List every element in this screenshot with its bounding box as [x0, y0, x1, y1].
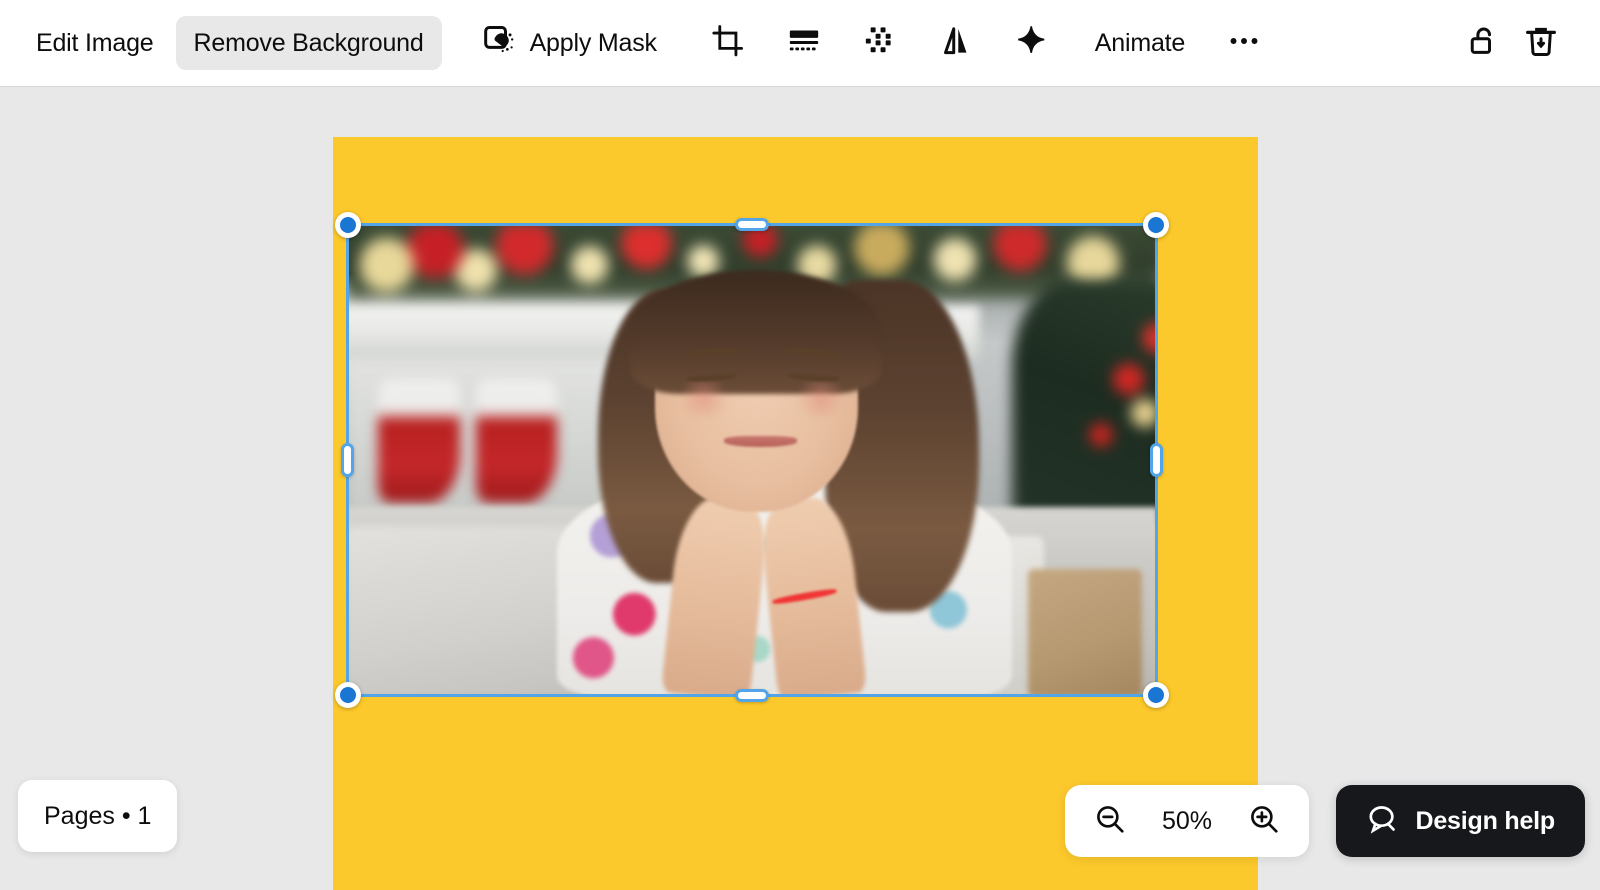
editor-root: Edit Image Remove Background Apply Mask [0, 0, 1600, 890]
flip-button[interactable] [927, 16, 985, 70]
trash-icon [1524, 24, 1558, 63]
photo-stocking-right [475, 379, 558, 503]
lock-button[interactable] [1454, 16, 1512, 70]
zoom-level-value: 50% [1161, 806, 1213, 835]
crop-icon [711, 24, 745, 63]
resize-handle-top-right[interactable] [1143, 212, 1169, 238]
pages-button[interactable]: Pages • 1 [18, 780, 178, 852]
zoom-control: 50% [1065, 785, 1309, 857]
zoom-in-button[interactable] [1241, 798, 1287, 844]
magic-button[interactable] [1003, 16, 1061, 70]
photo-cheek-right [792, 379, 850, 418]
effects-button[interactable] [851, 16, 909, 70]
remove-background-button[interactable]: Remove Background [175, 16, 442, 70]
resize-handle-right[interactable] [1150, 443, 1163, 477]
image-element[interactable] [346, 223, 1158, 697]
flip-icon [939, 24, 973, 63]
resize-handle-left[interactable] [341, 443, 354, 477]
photo-stocking-left [378, 379, 460, 503]
apply-mask-button[interactable]: Apply Mask [464, 16, 675, 70]
more-options-button[interactable] [1215, 16, 1273, 70]
resize-handle-bottom[interactable] [735, 689, 769, 702]
edit-image-label: Edit Image [36, 28, 154, 57]
photo-mouth [723, 436, 797, 447]
unlock-icon [1466, 24, 1500, 63]
mask-icon [482, 23, 516, 64]
resize-handle-bottom-right[interactable] [1143, 682, 1169, 708]
remove-background-label: Remove Background [193, 28, 424, 57]
ellipsis-icon [1227, 24, 1261, 63]
chat-bubble-icon [1366, 802, 1400, 841]
resize-handle-top[interactable] [735, 218, 769, 231]
photo-christmas-tree [1011, 279, 1158, 522]
photo-cushion-left [346, 526, 574, 697]
photo-hair-top [630, 270, 882, 394]
resize-handle-bottom-left[interactable] [335, 682, 361, 708]
crop-button[interactable] [699, 16, 757, 70]
zoom-out-icon [1094, 803, 1126, 840]
zoom-out-button[interactable] [1087, 798, 1133, 844]
photo-cushion-right [1028, 569, 1142, 697]
zoom-in-icon [1248, 803, 1280, 840]
design-help-button[interactable]: Design help [1335, 785, 1585, 857]
delete-button[interactable] [1512, 16, 1570, 70]
apply-mask-label: Apply Mask [529, 28, 657, 57]
fade-button[interactable] [775, 16, 833, 70]
animate-button[interactable]: Animate [1077, 16, 1203, 70]
top-toolbar: Edit Image Remove Background Apply Mask [0, 0, 1600, 86]
halftone-dots-icon [863, 24, 897, 63]
canvas-workspace[interactable] [0, 86, 1600, 890]
resize-handle-top-left[interactable] [335, 212, 361, 238]
animate-label: Animate [1094, 28, 1186, 57]
edit-image-button[interactable]: Edit Image [18, 16, 172, 70]
design-help-label: Design help [1415, 806, 1556, 835]
fade-icon [787, 24, 821, 63]
photo-cheek-left [674, 379, 732, 418]
photo-composition [346, 223, 1158, 697]
pages-label: Pages • 1 [44, 801, 152, 830]
sparkle-icon [1015, 24, 1049, 63]
